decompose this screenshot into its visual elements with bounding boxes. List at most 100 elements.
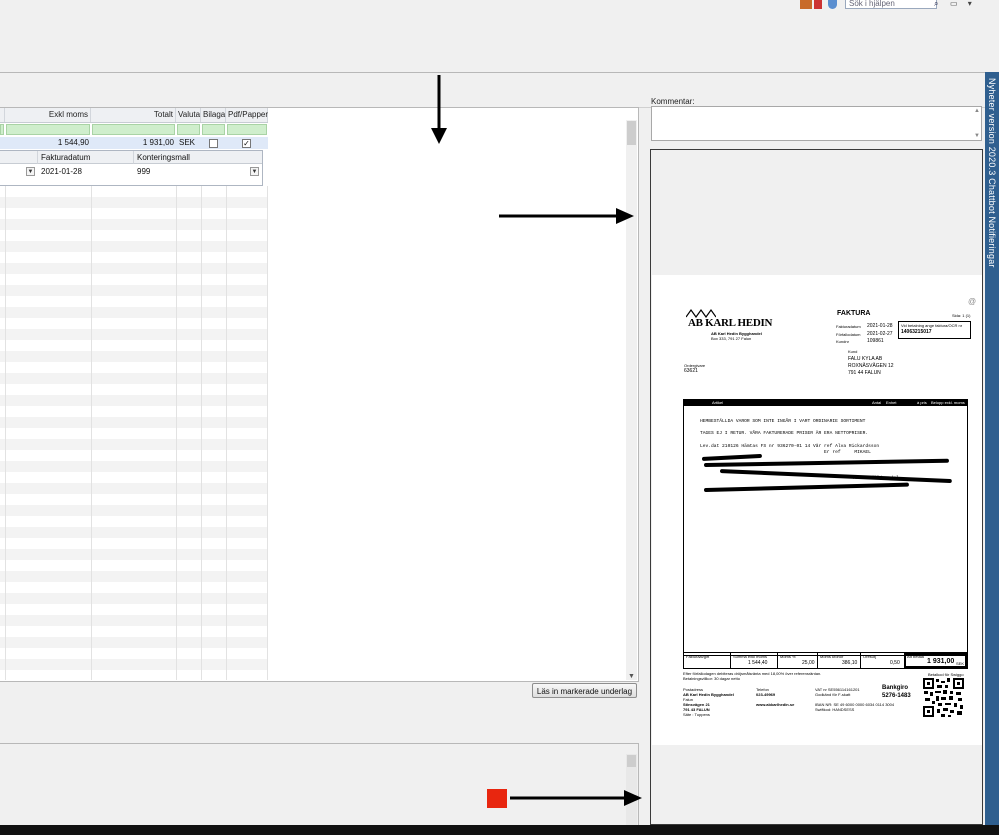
chevron-down-icon[interactable]: ▼ bbox=[250, 167, 259, 176]
las-in-markerade-underlag-button[interactable]: Läs in markerade underlag bbox=[532, 683, 637, 698]
globe-icon[interactable] bbox=[828, 0, 837, 9]
shield-icon[interactable] bbox=[814, 0, 822, 9]
col-enhet: Enhet bbox=[886, 400, 897, 405]
currency: SEK bbox=[956, 661, 965, 666]
invoice-line: Lev.dat 210126 Hämtas FS nr 936270-01 14… bbox=[700, 444, 880, 449]
summary-label: Öresutj bbox=[863, 654, 876, 659]
column-divider bbox=[267, 186, 268, 680]
summary-label: Moms % bbox=[780, 654, 796, 659]
fakturadatum-label: Fakturadatum bbox=[836, 324, 861, 329]
footer-note: Betalningsvillkor: 30 dagar netto bbox=[683, 676, 740, 681]
subgrid-header-konteringsmall[interactable]: Konteringsmall bbox=[134, 151, 262, 164]
column-divider bbox=[176, 186, 177, 680]
bilaga-checkbox[interactable] bbox=[209, 139, 218, 148]
invoice-line: Er ref MIKAEL bbox=[700, 450, 871, 455]
swift: Swiftkod: HANDSESS bbox=[815, 707, 855, 712]
side-panel-tabs[interactable]: Nyheter version 2020.3 Chattbot Notifier… bbox=[985, 72, 999, 825]
filter-cell[interactable] bbox=[0, 124, 4, 135]
column-header-bilaga[interactable]: Bilaga bbox=[201, 108, 226, 122]
summary-label: Att betala bbox=[907, 654, 924, 659]
kundnr-label: Kundnr bbox=[836, 339, 849, 344]
summary-label: Fakturaavgift bbox=[686, 654, 710, 659]
comment-textarea[interactable]: ▲ ▼ bbox=[651, 106, 982, 141]
summa-exkl-moms: 1 544,40 bbox=[748, 660, 768, 666]
help-search-input[interactable]: Sök i hjälpen bbox=[845, 0, 937, 9]
search-icon[interactable]: ⌕ bbox=[934, 0, 938, 8]
company-logo: AB KARL HEDIN bbox=[688, 317, 773, 329]
divider bbox=[730, 653, 731, 668]
page-number: Sida: 1 (1) bbox=[952, 313, 971, 318]
redaction bbox=[703, 458, 949, 467]
filter-bilaga[interactable] bbox=[202, 124, 225, 135]
invoice-summary: Fakturaavgift Summa exkl moms Moms % Mom… bbox=[683, 652, 968, 669]
redaction bbox=[719, 469, 952, 484]
taskbar bbox=[0, 825, 999, 835]
website: www.abkarlhedin.se bbox=[756, 702, 795, 707]
bottom-panel bbox=[0, 743, 639, 826]
subgrid-header-fakturadatum[interactable]: Fakturadatum bbox=[38, 151, 134, 164]
filter-pdf-papper[interactable] bbox=[227, 124, 267, 135]
invoice-line: TAGES EJ I RETUR. VÅRA FAKTURERADE PRISE… bbox=[700, 431, 869, 436]
fakturadatum: 2021-01-28 bbox=[867, 323, 893, 329]
divider bbox=[817, 653, 818, 668]
red-marker bbox=[487, 789, 507, 808]
telefon: 023-49969 bbox=[756, 692, 776, 697]
column-header-valuta[interactable]: Valuta bbox=[176, 108, 201, 122]
filter-exkl-moms[interactable] bbox=[6, 124, 90, 135]
col-antal: Antal bbox=[872, 400, 882, 405]
column-divider bbox=[201, 186, 202, 680]
ocr-label: Vid betalning ange faktura/OCR nr bbox=[901, 323, 963, 328]
chevron-down-icon[interactable]: ▼ bbox=[26, 167, 35, 176]
col-a-pris: à pris bbox=[917, 400, 927, 405]
column-divider bbox=[91, 186, 92, 680]
invoice-title: FAKTURA bbox=[837, 310, 871, 317]
summary-label: Moms kronor bbox=[820, 654, 844, 659]
kundnr: 109861 bbox=[867, 338, 884, 344]
scroll-down-icon[interactable]: ▼ bbox=[974, 133, 980, 139]
kund-label: Kund bbox=[848, 349, 858, 354]
col-artikel: Artikel bbox=[712, 400, 724, 405]
postadress-line: Säte : Tuppens bbox=[683, 712, 710, 717]
window-buttons[interactable]: ▭ ▾ bbox=[950, 0, 976, 8]
scrollbar-thumb[interactable] bbox=[627, 121, 636, 145]
qr-code-icon bbox=[922, 677, 965, 718]
subgrid-header-edge bbox=[0, 151, 38, 164]
scroll-up-icon[interactable]: ▲ bbox=[974, 108, 980, 114]
column-header-totalt[interactable]: Totalt bbox=[91, 108, 176, 122]
moms-kronor: 386,10 bbox=[842, 660, 858, 666]
column-divider bbox=[5, 186, 6, 680]
fskatt: Godkänd för F-skatt bbox=[815, 692, 851, 697]
side-panel-label[interactable]: Nyheter version 2020.3 Chattbot Notifier… bbox=[987, 78, 997, 268]
invoice-detail-subgrid: Fakturadatum Konteringsmall ▼ 2021-01-28… bbox=[0, 150, 263, 186]
section-header bbox=[0, 73, 985, 108]
comment-label: Kommentar: bbox=[651, 97, 695, 106]
filter-valuta[interactable] bbox=[177, 124, 200, 135]
invoice-lines-table: Artikel Antal Enhet à pris Belopp exkl. … bbox=[683, 399, 968, 656]
column-header-pdf-papper[interactable]: Pdf/Papper bbox=[226, 108, 268, 122]
bankgiro-label: Bankgiro bbox=[882, 685, 909, 691]
cell-valuta: SEK bbox=[179, 138, 196, 147]
forfallodatum-label: Förfallodatum bbox=[836, 332, 861, 337]
cell-totalt: 1 931,00 bbox=[142, 138, 174, 147]
column-header-exkl-moms[interactable]: Exkl moms bbox=[5, 108, 91, 122]
at-icon: @ bbox=[968, 297, 977, 306]
invoice-page: @ AB KARL HEDIN AB Karl Hedin Bygghandel… bbox=[652, 275, 982, 745]
pdf-papper-checkbox[interactable]: ✓ bbox=[242, 139, 251, 148]
cell-exkl-moms: 1 544,90 bbox=[57, 138, 89, 147]
fakturadatum-value[interactable]: 2021-01-28 bbox=[38, 165, 82, 178]
filter-row bbox=[0, 123, 268, 136]
forfallodatum: 2021-02-27 bbox=[867, 331, 893, 337]
ocr-box: Vid betalning ange faktura/OCR nr 140632… bbox=[898, 321, 971, 339]
oresutjamning: 0,50 bbox=[890, 660, 900, 666]
bankgiro-number: 5276-1483 bbox=[882, 693, 911, 699]
grid-scrollbar[interactable]: ▲ ▼ bbox=[626, 120, 637, 680]
table-row[interactable]: 1 544,90 1 931,00 SEK ✓ bbox=[0, 137, 268, 149]
ribbon-area bbox=[0, 0, 999, 72]
konteringsmall-value[interactable]: 999 bbox=[134, 165, 150, 178]
col-belopp: Belopp exkl. moms bbox=[931, 400, 965, 405]
scrollbar-thumb[interactable] bbox=[627, 755, 636, 767]
column-divider bbox=[226, 186, 227, 680]
scroll-down-icon[interactable]: ▼ bbox=[626, 673, 637, 680]
filter-totalt[interactable] bbox=[92, 124, 175, 135]
app-icon[interactable] bbox=[800, 0, 812, 9]
